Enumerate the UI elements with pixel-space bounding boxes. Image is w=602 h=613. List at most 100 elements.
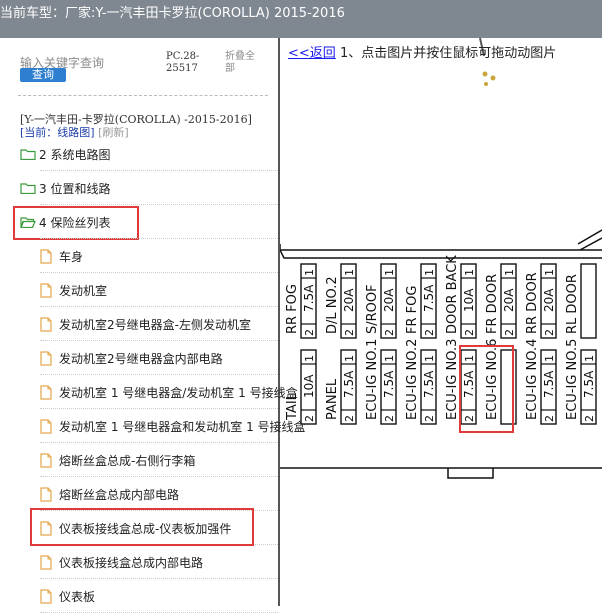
- fuse-pin: 1: [383, 355, 396, 362]
- document-icon: [40, 282, 52, 298]
- tree-leaf-label: 熔断丝盒总成-右侧行李箱: [59, 453, 196, 468]
- fuse-slot[interactable]: S/ROOF 1 20A 2: [365, 263, 397, 339]
- tree-leaf-item[interactable]: 熔断丝盒总成内部电路: [40, 482, 179, 506]
- highlight-box-folder: [13, 206, 139, 240]
- tree-leaf-item[interactable]: 熔断丝盒总成-右侧行李箱: [40, 448, 195, 472]
- fuse-slot[interactable]: FR DOOR1 20A 2: [485, 263, 517, 339]
- fuse-slot[interactable]: PANEL 1 7.5A 2: [325, 349, 357, 425]
- tree-leaf-label: 发动机室 1 号继电器盒和发动机室 1 号接线盒: [59, 419, 306, 434]
- fuse-pin: 2: [463, 329, 476, 336]
- fuse-amperage: 10A: [462, 288, 476, 312]
- fuse-row-bottom: TAIL110A2 PANEL17.5A2 ECU-IG NO.1 17.5A2 ECU…: [285, 339, 597, 425]
- fuse-pin: 1: [543, 355, 556, 362]
- fuse-slot[interactable]: FR FOG 1 7.5A 2: [405, 263, 437, 339]
- fuse-name: RL DOOR: [565, 274, 580, 334]
- fuse-name: S/ROOF: [365, 284, 380, 334]
- fuse-slot[interactable]: ECU-IG NO.4 1 7.5A 2: [525, 339, 557, 425]
- folder-icon: [20, 149, 36, 160]
- tree-leaf-label: 发动机室 1 号继电器盒/发动机室 1 号接线盒: [59, 385, 298, 400]
- fuse-amperage: 7.5A: [462, 370, 476, 398]
- fuse-name: ECU-IG NO.4: [525, 339, 540, 420]
- fuse-slot[interactable]: ECU-IG NO.6: [485, 339, 517, 425]
- fuse-name: ECU-IG NO.5: [565, 339, 580, 420]
- fuse-name: ECU-IG NO.6: [485, 339, 500, 420]
- fuse-pin: 1: [303, 269, 316, 276]
- row-separator: [40, 374, 278, 375]
- fuse-name: D/L NO.2: [325, 276, 340, 334]
- pc-code: PC.28- 25517: [166, 51, 199, 75]
- fuse-amperage: 10A: [302, 374, 316, 398]
- fuse-pin: 2: [423, 415, 436, 422]
- fuse-name: ECU-IG NO.2: [405, 339, 420, 420]
- fuse-pin: 2: [543, 329, 556, 336]
- row-separator: [40, 306, 278, 307]
- row-separator: [40, 204, 278, 205]
- search-button[interactable]: 查询: [20, 68, 66, 82]
- current-label: [当前：线路图]: [20, 126, 95, 139]
- current-view: [当前：线路图] [刷新]: [20, 124, 129, 140]
- fuse-amperage: 7.5A: [542, 370, 556, 398]
- tree-folder-label: 3 位置和线路: [39, 181, 111, 196]
- fuse-pin: 2: [583, 415, 596, 422]
- fuse-pin: 1: [583, 355, 596, 362]
- fuse-slot[interactable]: TAIL 1 10A 2: [285, 349, 317, 425]
- highlight-box-item: [30, 508, 254, 546]
- back-link[interactable]: <<返回: [288, 46, 336, 61]
- fuse-pin: 1: [543, 269, 556, 276]
- fuse-name: FR DOOR: [485, 274, 500, 334]
- fuse-amperage: 7.5A: [382, 370, 396, 398]
- row-separator: [40, 442, 278, 443]
- fuse-slot[interactable]: DOOR BACK 1 10A 2: [445, 255, 477, 339]
- fuse-pin: 2: [423, 329, 436, 336]
- fuse-pin: 2: [463, 415, 476, 422]
- refresh-link[interactable]: [刷新]: [98, 126, 129, 139]
- fuse-name: PANEL: [325, 378, 340, 420]
- tree-leaf-item[interactable]: 发动机室 1 号继电器盒/发动机室 1 号接线盒: [40, 380, 298, 404]
- fuse-slot[interactable]: RL DOOR: [565, 263, 597, 339]
- tree-folder[interactable]: 2 系统电路图: [20, 142, 110, 166]
- tree-leaf-item[interactable]: 发动机室2号继电器盒内部电路: [40, 346, 223, 370]
- fuse-name: TAIL: [285, 392, 300, 421]
- fuse-pin: 1: [383, 269, 396, 276]
- tree-folder-label: 2 系统电路图: [39, 147, 111, 162]
- document-icon: [40, 588, 52, 604]
- tree-folder[interactable]: 3 位置和线路: [20, 176, 110, 200]
- fuse-slot[interactable]: RR DOOR 1 20A 2: [525, 263, 557, 339]
- document-icon: [40, 248, 52, 264]
- fuse-slot[interactable]: RR FOG 1 7.5A 2: [285, 263, 317, 339]
- fuse-slot[interactable]: ECU-IG NO.5 1 7.5A 2: [565, 339, 597, 425]
- fuse-amperage: 20A: [382, 288, 396, 312]
- page-title: 当前车型：厂家:Y-一汽丰田卡罗拉(COROLLA) 2015-2016: [0, 6, 345, 21]
- fuse-pin: 1: [463, 355, 476, 362]
- fuse-slot[interactable]: D/L NO.21 20A 2: [325, 263, 357, 339]
- separator: [18, 95, 268, 96]
- pc-code-line1: PC.28-: [166, 51, 200, 62]
- document-icon: [40, 418, 52, 434]
- fuse-pin: 2: [383, 415, 396, 422]
- diagram-viewer[interactable]: RR FOG 1 7.5A 2 D/L NO.2 1 20A 2 S/ROOF 1 20A 2 FR F…: [280, 38, 602, 606]
- tree-leaf-label: 仪表板: [59, 589, 96, 604]
- fuse-name: DOOR BACK: [445, 255, 460, 334]
- fuse-pin: 1: [423, 355, 436, 362]
- document-icon: [40, 316, 52, 332]
- fuse-amperage: 20A: [502, 288, 516, 312]
- collapse-all-link[interactable]: 折叠全 部: [225, 51, 255, 75]
- fuse-name: RR DOOR: [525, 272, 540, 334]
- fuse-diagram[interactable]: RR FOG17.5A2 D/L NO.2120A2 S/ROOF120A2 FR F…: [280, 38, 602, 606]
- tree-leaf-item[interactable]: 仪表板接线盒总成内部电路: [40, 550, 203, 574]
- fuse-pin: 2: [343, 415, 356, 422]
- fuse-pin: 2: [303, 329, 316, 336]
- tree-leaf-item[interactable]: 发动机室2号继电器盒-左侧发动机室: [40, 312, 251, 336]
- fuse-slot[interactable]: ECU-IG NO.2 1 7.5A 2: [405, 339, 437, 425]
- tree-leaf-item[interactable]: 仪表板: [40, 584, 95, 608]
- fuse-pin: 2: [543, 415, 556, 422]
- tree-leaf-label: 车身: [59, 249, 84, 264]
- tree-leaf-label: 发动机室2号继电器盒内部电路: [59, 351, 223, 366]
- tree-leaf-item[interactable]: 发动机室: [40, 278, 107, 302]
- fuse-pin: 1: [503, 269, 516, 276]
- tree-leaf-item[interactable]: 发动机室 1 号继电器盒和发动机室 1 号接线盒: [40, 414, 306, 438]
- tree-leaf-item[interactable]: 车身: [40, 244, 83, 268]
- row-separator: [40, 408, 278, 409]
- fuse-slot[interactable]: ECU-IG NO.1 1 7.5A 2: [365, 339, 397, 425]
- tree-leaf-label: 仪表板接线盒总成内部电路: [59, 555, 204, 570]
